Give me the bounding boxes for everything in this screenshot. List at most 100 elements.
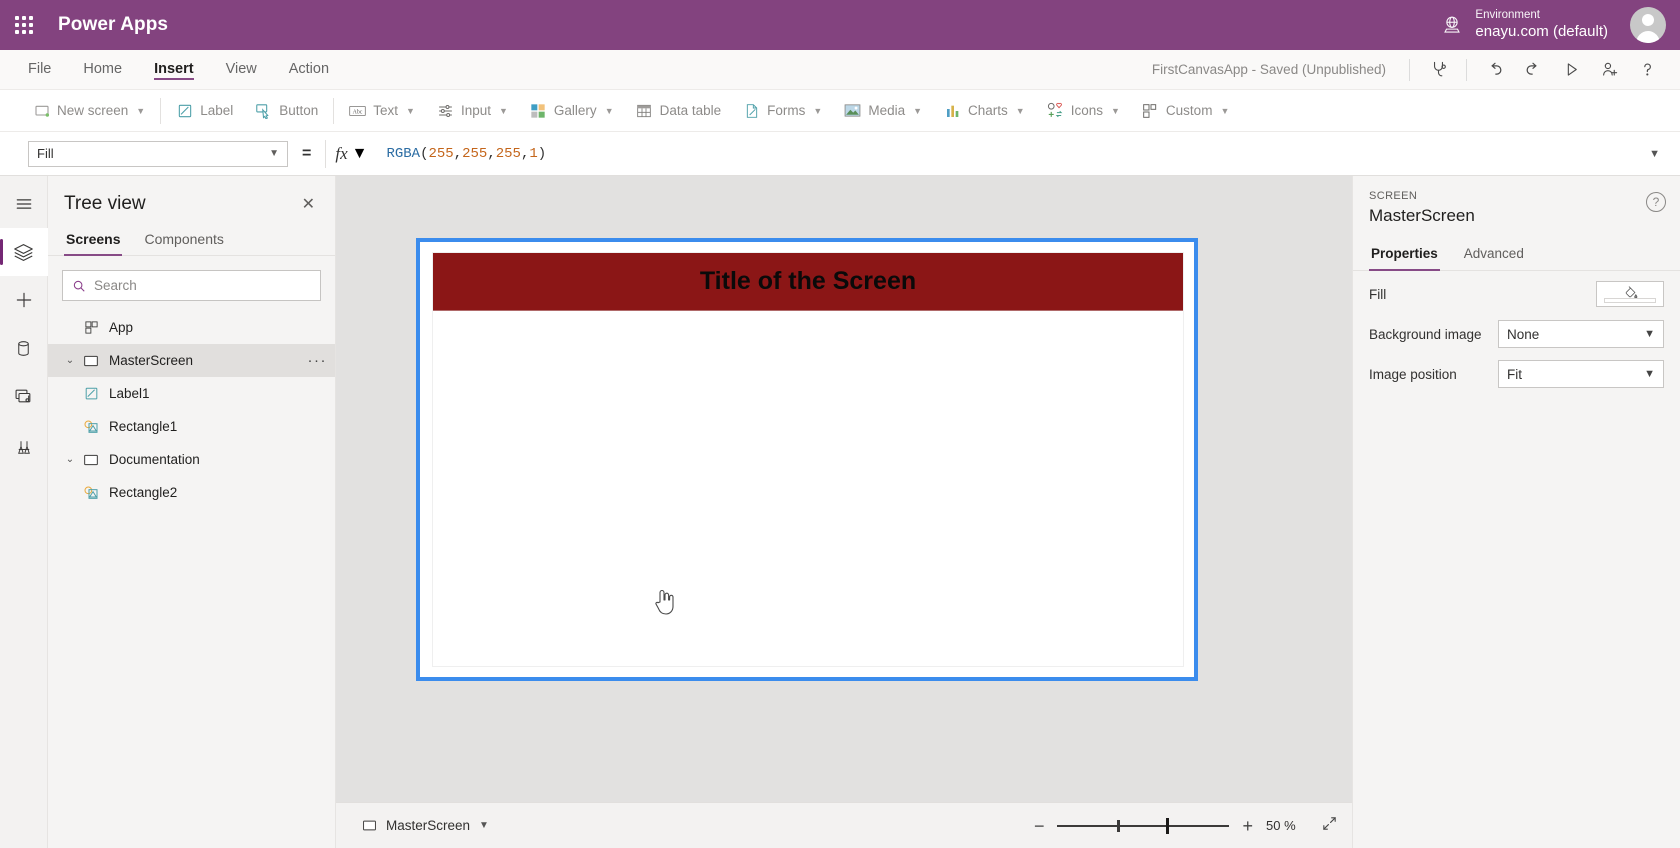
formula-fx-button[interactable]: fx ▼ <box>325 139 376 168</box>
app-checker-icon[interactable] <box>1419 55 1457 85</box>
ribbon-gallery-button[interactable]: Gallery ▼ <box>519 96 625 126</box>
zoom-slider-thumb[interactable] <box>1166 817 1170 834</box>
properties-tabs: Properties Advanced <box>1353 242 1680 271</box>
svg-text:Abc: Abc <box>353 109 363 115</box>
ribbon-input-button[interactable]: Input ▼ <box>426 96 519 126</box>
formula-token: , <box>453 145 463 162</box>
help-icon[interactable] <box>1628 55 1666 85</box>
canvas-status-bar: MasterScreen ▼ − + 50 % <box>336 802 1352 848</box>
ribbon-label: Button <box>279 103 319 118</box>
ribbon-group-basic: Label Button <box>165 90 329 131</box>
formula-equals-sign: = <box>302 144 312 162</box>
screen-title-banner[interactable]: Title of the Screen <box>433 253 1183 311</box>
icons-icon <box>1047 102 1064 119</box>
property-label: Fill <box>1369 286 1387 302</box>
status-screen-selector[interactable]: MasterScreen ▼ <box>362 818 489 833</box>
tree-view-layers-icon[interactable] <box>0 228 48 276</box>
screen-icon <box>80 353 102 369</box>
data-cylinder-icon[interactable] <box>0 324 48 372</box>
menu-item-insert[interactable]: Insert <box>154 50 194 89</box>
media-icon[interactable] <box>0 372 48 420</box>
chevron-down-icon[interactable]: ⌄ <box>60 454 80 465</box>
ribbon-forms-button[interactable]: Forms ▼ <box>732 96 833 126</box>
formula-token: , <box>487 145 496 162</box>
zoom-out-button[interactable]: − <box>1034 817 1045 835</box>
preview-play-icon[interactable] <box>1552 55 1590 85</box>
share-person-add-icon[interactable] <box>1590 55 1628 85</box>
tree-node-label: Label1 <box>109 386 150 401</box>
menu-item-action[interactable]: Action <box>289 50 329 89</box>
formula-token: 255 <box>462 145 488 162</box>
ribbon-label-button[interactable]: Label <box>165 96 244 126</box>
tab-advanced[interactable]: Advanced <box>1462 242 1526 270</box>
app-launcher-waffle-icon[interactable] <box>0 16 48 34</box>
canvas-area: Title of the Screen MasterScreen ▼ − + 5… <box>336 176 1352 848</box>
chevron-down-icon[interactable]: ⌄ <box>60 355 80 366</box>
tab-properties[interactable]: Properties <box>1369 242 1440 271</box>
image-position-select[interactable]: Fit ▼ <box>1498 360 1664 388</box>
tree-node-rectangle2[interactable]: Rectangle2 <box>48 476 335 509</box>
advanced-tools-icon[interactable] <box>0 424 48 472</box>
environment-value: enayu.com (default) <box>1475 22 1608 40</box>
ribbon-data-table-button[interactable]: Data table <box>625 96 733 126</box>
tab-screens[interactable]: Screens <box>64 226 123 256</box>
screen-icon <box>363 820 376 831</box>
formula-input[interactable]: RGBA(255, 255, 255, 1) <box>376 140 1641 168</box>
user-avatar[interactable] <box>1630 7 1666 43</box>
properties-kind-label: SCREEN <box>1369 190 1418 202</box>
background-image-select[interactable]: None ▼ <box>1498 320 1664 348</box>
ribbon-label: Data table <box>659 103 722 118</box>
property-row-image-position: Image position Fit ▼ <box>1353 357 1680 391</box>
environment-picker[interactable]: Environment enayu.com (default) <box>1441 8 1630 41</box>
ribbon-custom-button[interactable]: Custom ▼ <box>1131 96 1240 126</box>
undo-icon[interactable] <box>1476 55 1514 85</box>
help-icon[interactable]: ? <box>1646 192 1666 212</box>
zoom-level-value: 50 % <box>1266 818 1296 833</box>
tab-components[interactable]: Components <box>142 226 225 255</box>
fit-to-screen-icon[interactable] <box>1317 815 1338 837</box>
chevron-down-icon: ▼ <box>499 105 508 116</box>
more-options-icon[interactable]: ··· <box>308 352 328 369</box>
tree-node-label1[interactable]: Label1 <box>48 377 335 410</box>
redo-icon[interactable] <box>1514 55 1552 85</box>
top-header-right: Environment enayu.com (default) <box>1441 0 1680 50</box>
menu-item-home[interactable]: Home <box>83 50 122 89</box>
ribbon-icons-button[interactable]: Icons ▼ <box>1036 96 1131 126</box>
property-label: Image position <box>1369 366 1457 382</box>
zoom-in-button[interactable]: + <box>1242 817 1253 835</box>
ribbon-charts-button[interactable]: Charts ▼ <box>933 96 1036 126</box>
input-icon <box>437 102 454 119</box>
tree-view-header: Tree view ✕ <box>48 176 335 226</box>
tree-node-masterscreen[interactable]: ⌄ MasterScreen ··· <box>48 344 335 377</box>
ribbon-button-button[interactable]: Button <box>244 96 329 126</box>
menu-item-file[interactable]: File <box>28 50 51 89</box>
menu-item-view[interactable]: View <box>226 50 257 89</box>
fill-color-swatch-button[interactable] <box>1596 281 1664 307</box>
tree-view-tabs: Screens Components <box>48 226 335 256</box>
tree-node-documentation[interactable]: ⌄ Documentation <box>48 443 335 476</box>
screen-selection-frame[interactable]: Title of the Screen <box>416 238 1198 681</box>
text-icon: Abc <box>349 102 367 119</box>
gallery-icon <box>530 102 547 119</box>
property-selector-value: Fill <box>37 146 54 161</box>
property-row-fill: Fill <box>1353 277 1680 311</box>
hamburger-menu-icon[interactable] <box>0 180 48 228</box>
properties-object-name: MasterScreen <box>1369 206 1475 225</box>
ribbon-media-button[interactable]: Media ▼ <box>833 96 933 126</box>
insert-plus-icon[interactable] <box>0 276 48 324</box>
tree-node-rectangle1[interactable]: Rectangle1 <box>48 410 335 443</box>
ribbon-text-button[interactable]: Abc Text ▼ <box>338 96 426 126</box>
button-icon <box>255 102 272 119</box>
app-screen-preview[interactable]: Title of the Screen <box>432 252 1184 667</box>
close-icon[interactable]: ✕ <box>296 192 321 216</box>
tree-node-app[interactable]: App <box>48 311 335 344</box>
ribbon-new-screen-button[interactable]: New screen ▼ <box>22 96 156 126</box>
tree-search-box[interactable] <box>62 270 321 301</box>
zoom-controls: − + 50 % <box>1034 815 1338 837</box>
zoom-slider[interactable] <box>1057 817 1230 834</box>
canvas-surface[interactable]: Title of the Screen <box>336 176 1352 802</box>
formula-expand-chevron-icon[interactable]: ▼ <box>1641 148 1668 160</box>
chevron-down-icon: ▼ <box>406 105 415 116</box>
search-input[interactable] <box>94 278 311 293</box>
property-selector[interactable]: Fill ▼ <box>28 140 288 167</box>
